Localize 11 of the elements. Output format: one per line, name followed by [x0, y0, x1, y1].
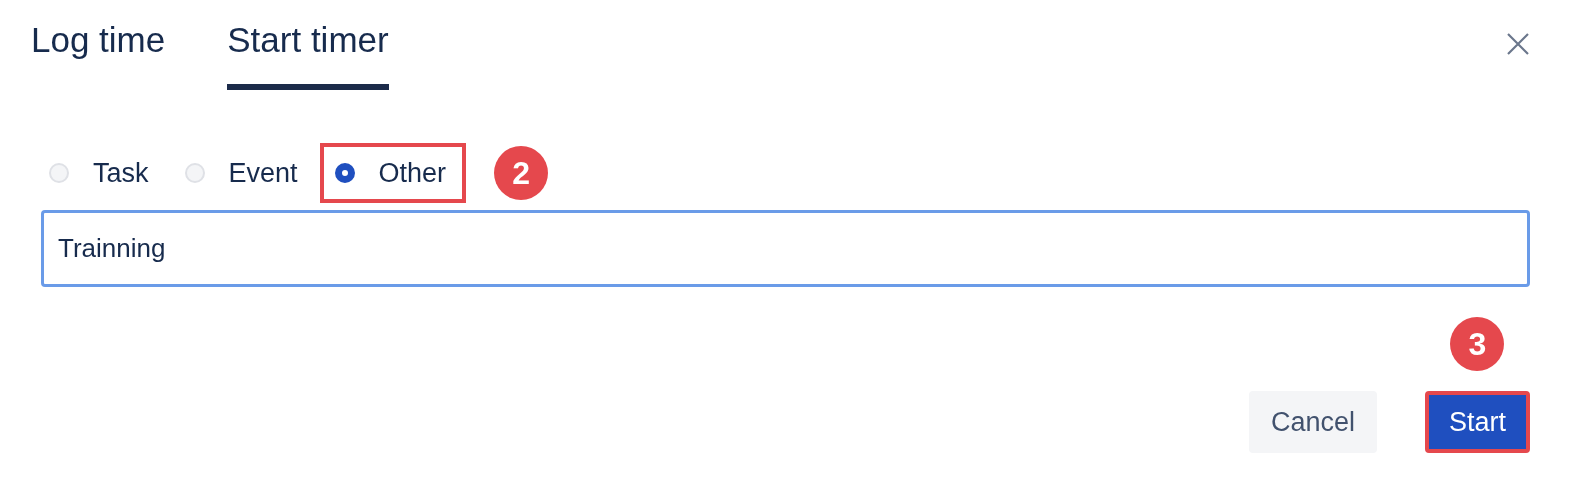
start-button[interactable]: Start	[1424, 391, 1530, 453]
tab[interactable]: Start timer	[227, 0, 389, 90]
input-field[interactable]: Trainning	[41, 210, 1530, 287]
step-badge: 2	[494, 146, 549, 200]
radio-option[interactable]: Task	[49, 143, 163, 203]
radio-option[interactable]: Event	[184, 143, 312, 203]
close-icon[interactable]	[1506, 32, 1530, 56]
tab[interactable]: Log time	[31, 0, 166, 90]
cancel-button[interactable]: Cancel	[1248, 391, 1377, 453]
radio-option[interactable]: Other	[319, 143, 467, 203]
step-badge: 3	[1450, 317, 1505, 371]
